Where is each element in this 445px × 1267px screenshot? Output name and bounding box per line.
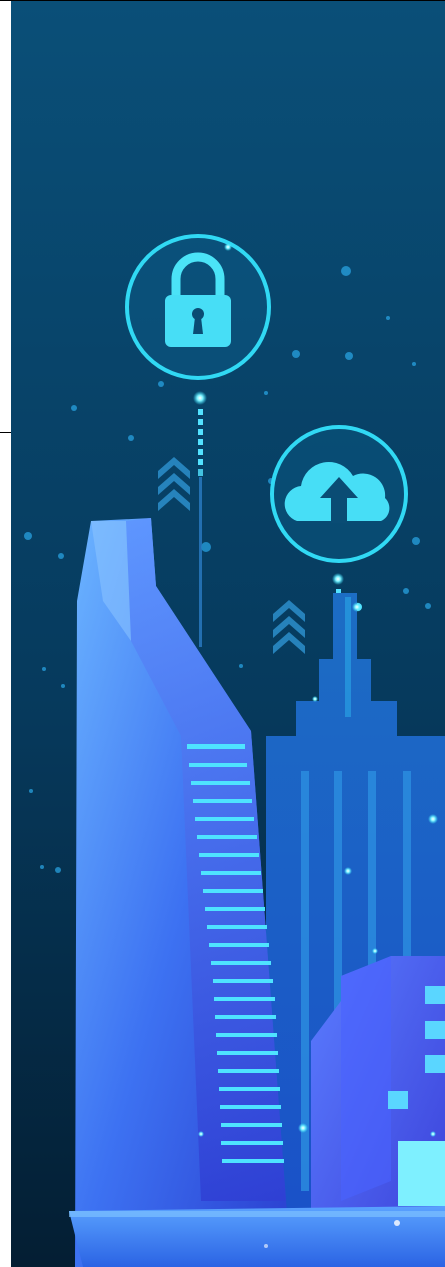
page-frame xyxy=(0,0,445,1267)
ground-platform xyxy=(69,1206,445,1267)
left-mid-divider xyxy=(0,432,11,433)
cloud-upload-badge xyxy=(270,425,408,563)
lock-badge xyxy=(125,234,271,380)
left-top-divider xyxy=(0,0,11,1)
left-margin-strip xyxy=(0,0,11,1267)
city-security-illustration xyxy=(11,1,445,1267)
